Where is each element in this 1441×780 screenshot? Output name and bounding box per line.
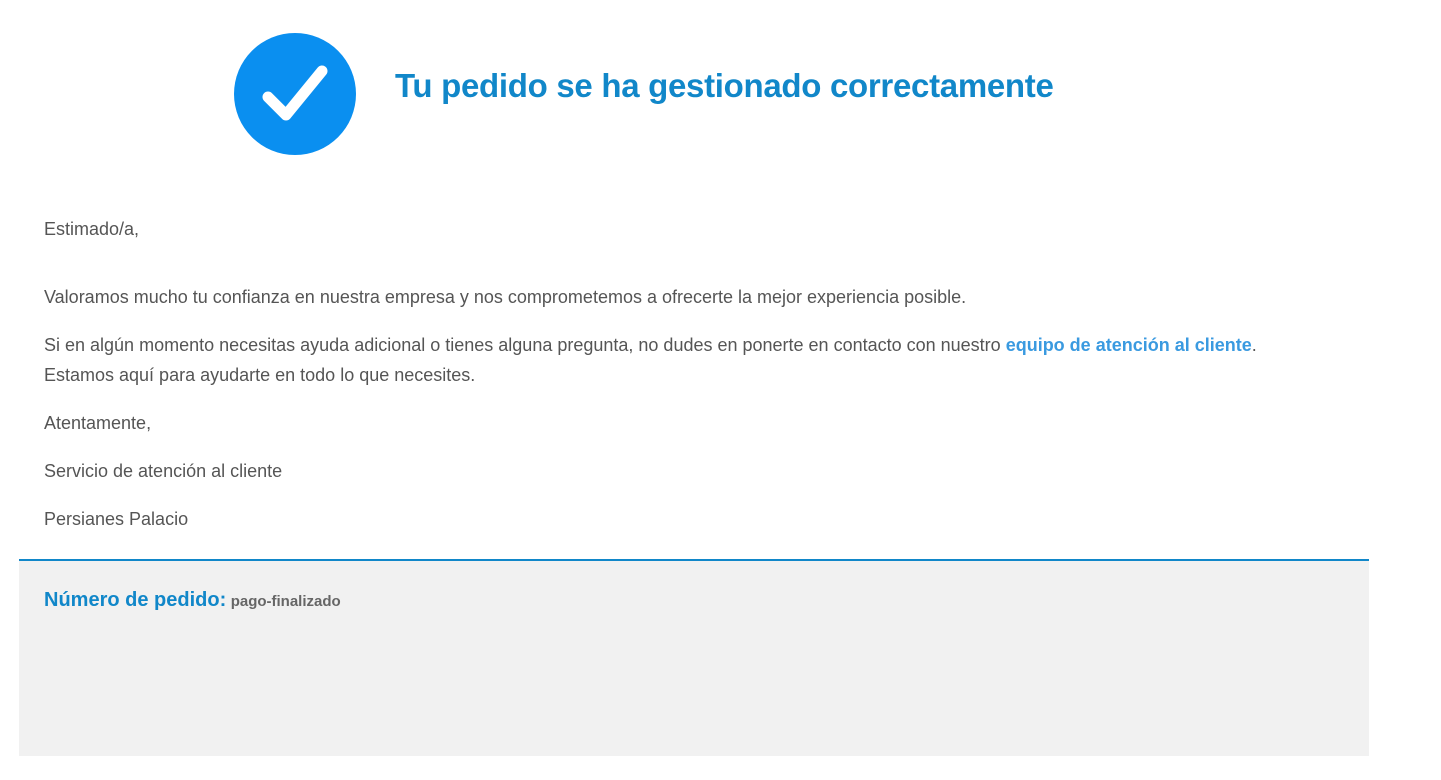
page-title: Tu pedido se ha gestionado correctamente <box>395 67 1054 104</box>
check-circle-icon <box>234 33 356 155</box>
order-number-row: Número de pedido: pago-finalizado <box>44 589 341 612</box>
paragraph-help-text: Si en algún momento necesitas ayuda adic… <box>44 335 1006 355</box>
checkmark-icon <box>262 65 328 121</box>
closing-text: Atentamente, <box>44 413 152 433</box>
greeting-text: Estimado/a, <box>44 219 140 239</box>
order-number-label: Número de pedido: <box>44 589 227 611</box>
signature-department: Servicio de atención al cliente <box>44 461 283 481</box>
paragraph-help-line-2: Estamos aquí para ayudarte en todo lo qu… <box>44 365 476 385</box>
paragraph-help: Si en algún momento necesitas ayuda adic… <box>44 330 1364 360</box>
order-number-value: pago-finalizado <box>230 593 341 610</box>
signature-company: Persianes Palacio <box>44 509 189 529</box>
paragraph-confidence: Valoramos mucho tu confianza en nuestra … <box>44 287 967 307</box>
confirmation-header: Tu pedido se ha gestionado correctamente <box>234 33 1054 155</box>
message-body: Estimado/a, Valoramos mucho tu confianza… <box>44 214 1364 534</box>
paragraph-help-period: . <box>1251 335 1257 355</box>
customer-service-link[interactable]: equipo de atención al cliente <box>1006 335 1252 355</box>
order-details-panel: Número de pedido: pago-finalizado <box>19 559 1369 756</box>
